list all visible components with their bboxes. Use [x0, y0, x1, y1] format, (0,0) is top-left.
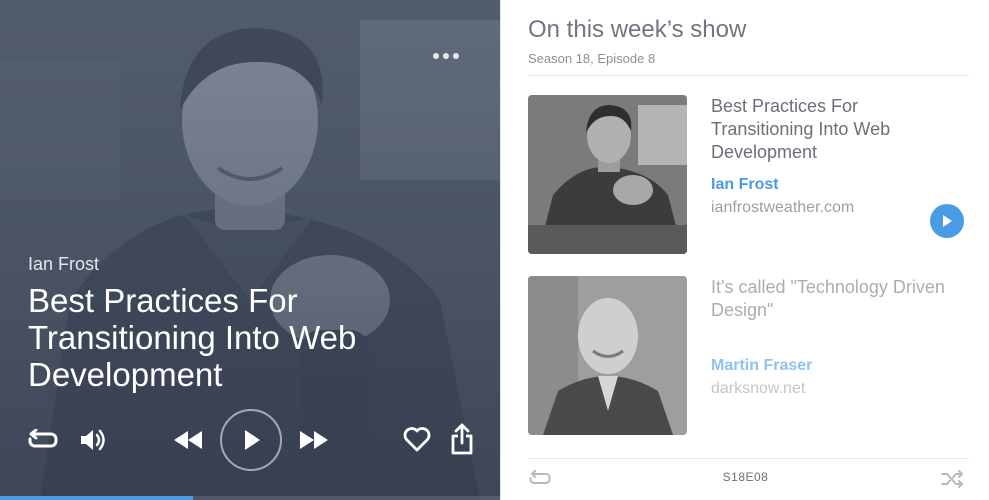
episode-code: S18E08 [722, 470, 769, 484]
volume-icon [81, 429, 105, 451]
guest-website[interactable]: ianfrostweather.com [711, 199, 854, 217]
shuffle-icon [941, 470, 963, 488]
guest-topic: It's called "Technology Driven Design" [711, 277, 945, 320]
now-playing-panel: Ian Frost Best Practices For Transitioni… [0, 0, 500, 500]
play-icon [943, 215, 952, 227]
play-icon [245, 430, 260, 450]
repeat-icon [28, 429, 58, 448]
rewind-button[interactable] [172, 426, 204, 454]
divider [528, 458, 969, 459]
now-playing-author[interactable]: Ian Frost [28, 254, 99, 275]
progress-fill [0, 496, 193, 500]
guest-card[interactable]: It's called "Technology Driven Design" M… [528, 276, 969, 436]
guest-name[interactable]: Martin Fraser [711, 357, 812, 375]
episode-heading: On this week’s show [528, 16, 747, 43]
favorite-button[interactable] [402, 424, 432, 454]
episode-panel: On this week’s show Season 18, Episode 8… [500, 0, 989, 500]
progress-bar[interactable] [0, 496, 500, 500]
more-options-button[interactable] [428, 46, 464, 66]
share-icon [451, 423, 473, 455]
guest-website[interactable]: darksnow.net [711, 380, 805, 398]
play-guest-button[interactable] [930, 204, 964, 238]
episode-subheading: Season 18, Episode 8 [528, 51, 656, 66]
more-icon [433, 53, 439, 59]
shuffle-button[interactable] [941, 470, 965, 488]
guest-name[interactable]: Ian Frost [711, 176, 779, 194]
guest-topic: Best Practices For Transitioning Into We… [711, 96, 891, 162]
guest-card[interactable]: Best Practices For Transitioning Into We… [528, 95, 969, 255]
volume-button[interactable] [78, 426, 108, 454]
divider [528, 75, 969, 76]
guest-photo [528, 276, 687, 435]
fast-forward-icon [300, 431, 328, 449]
fast-forward-button[interactable] [298, 426, 330, 454]
rewind-icon [174, 431, 202, 449]
now-playing-title: Best Practices For Transitioning Into We… [28, 282, 357, 393]
share-button[interactable] [448, 422, 476, 456]
repeat-button[interactable] [26, 426, 60, 454]
guest-photo [528, 95, 687, 254]
heart-icon [403, 427, 431, 452]
play-button[interactable] [220, 409, 282, 471]
